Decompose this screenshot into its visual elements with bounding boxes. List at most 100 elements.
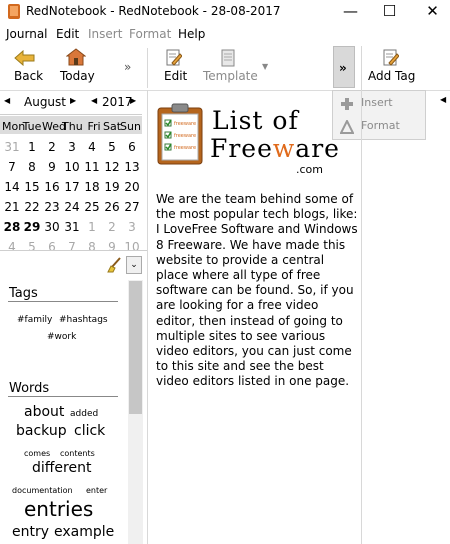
calendar-day[interactable]: 9 <box>102 240 122 254</box>
calendar-day[interactable]: 24 <box>62 200 82 214</box>
calendar-day[interactable]: 27 <box>122 200 142 214</box>
maximize-button[interactable]: ☐ <box>367 0 412 24</box>
calendar-day[interactable]: 19 <box>102 180 122 194</box>
tag-item-work[interactable]: #work <box>47 332 76 342</box>
logo-board-line-3: freeware <box>174 145 197 151</box>
prev-month-icon[interactable]: ◀ <box>4 96 10 105</box>
calendar-day-selected[interactable]: 28 <box>2 220 22 234</box>
word-backup[interactable]: backup <box>16 423 67 439</box>
calendar-day[interactable]: 8 <box>22 160 42 174</box>
back-button[interactable] <box>14 49 36 67</box>
calendar-day[interactable]: 11 <box>82 160 102 174</box>
calendar-bottom-border <box>0 250 147 251</box>
calendar-day[interactable]: 2 <box>42 140 62 154</box>
calendar-day[interactable]: 30 <box>42 220 62 234</box>
word-contents[interactable]: contents <box>60 449 95 458</box>
toolbar-overflow-button[interactable]: » <box>333 46 355 88</box>
back-label[interactable]: Back <box>14 69 43 83</box>
word-comes[interactable]: comes <box>24 449 50 458</box>
word-about[interactable]: about <box>24 404 64 420</box>
template-label[interactable]: Template <box>203 69 258 83</box>
right-panel-left-arrow-icon[interactable]: ◀ <box>440 95 446 104</box>
calendar-weekday: Wed <box>42 120 66 133</box>
toolbar-more-button[interactable]: » <box>124 60 131 74</box>
calendar-day[interactable]: 17 <box>62 180 82 194</box>
editor-text[interactable]: We are the team behind some of the most … <box>156 192 359 390</box>
calendar-day[interactable]: 31 <box>2 140 22 154</box>
template-button[interactable] <box>220 49 236 67</box>
calendar-day[interactable]: 12 <box>102 160 122 174</box>
calendar-day[interactable]: 4 <box>2 240 22 254</box>
word-entries[interactable]: entries <box>24 497 93 521</box>
toolbar-separator-right <box>361 46 362 90</box>
calendar-day[interactable]: 16 <box>42 180 62 194</box>
calendar-day[interactable]: 3 <box>122 220 142 234</box>
calendar-day[interactable]: 22 <box>22 200 42 214</box>
menu-insert[interactable]: Insert <box>88 27 122 41</box>
calendar-day[interactable]: 7 <box>2 160 22 174</box>
tags-heading: Tags <box>9 286 38 301</box>
add-tag-label[interactable]: Add Tag <box>368 69 415 83</box>
calendar-day[interactable]: 31 <box>62 220 82 234</box>
calendar-day[interactable]: 10 <box>122 240 142 254</box>
calendar-day[interactable]: 13 <box>122 160 142 174</box>
word-click[interactable]: click <box>74 423 105 439</box>
word-added[interactable]: added <box>70 409 98 419</box>
left-scrollbar-thumb[interactable] <box>129 281 142 414</box>
today-button[interactable] <box>65 48 87 66</box>
calendar-day[interactable]: 5 <box>102 140 122 154</box>
word-example[interactable]: example <box>54 524 114 540</box>
calendar-day[interactable]: 7 <box>62 240 82 254</box>
menu-format[interactable]: Format <box>129 27 171 41</box>
calendar-day[interactable]: 2 <box>102 220 122 234</box>
add-tag-button[interactable] <box>383 49 400 67</box>
template-icon <box>221 49 235 67</box>
calendar-day[interactable]: 1 <box>82 220 102 234</box>
add-tag-icon <box>383 49 400 66</box>
calendar-day[interactable]: 23 <box>42 200 62 214</box>
tag-item-family[interactable]: #family <box>17 315 52 325</box>
today-label[interactable]: Today <box>60 69 95 83</box>
tag-panel <box>362 90 450 544</box>
word-entry[interactable]: entry <box>12 524 49 540</box>
calendar-day[interactable]: 6 <box>122 140 142 154</box>
calendar-day[interactable]: 14 <box>2 180 22 194</box>
clear-search-broom-icon[interactable] <box>106 257 124 273</box>
menu-edit[interactable]: Edit <box>56 27 79 41</box>
calendar-day[interactable]: 15 <box>22 180 42 194</box>
calendar-day[interactable]: 26 <box>102 200 122 214</box>
calendar-day[interactable]: 18 <box>82 180 102 194</box>
menu-help[interactable]: Help <box>178 27 205 41</box>
calendar-day[interactable]: 10 <box>62 160 82 174</box>
calendar-weekday: Fri <box>87 120 101 133</box>
template-dropdown-arrow-icon[interactable]: ▼ <box>262 62 268 71</box>
word-documentation[interactable]: documentation <box>12 486 73 495</box>
next-year-icon[interactable]: ▶ <box>130 96 136 105</box>
words-heading: Words <box>9 381 50 396</box>
calendar-day[interactable]: 8 <box>82 240 102 254</box>
next-month-icon[interactable]: ▶ <box>70 96 76 105</box>
calendar-day[interactable]: 20 <box>122 180 142 194</box>
prev-year-icon[interactable]: ◀ <box>91 96 97 105</box>
logo-board-line-1: freeware <box>174 121 197 127</box>
word-different[interactable]: different <box>32 460 91 476</box>
calendar-day[interactable]: 29 <box>22 220 42 234</box>
calendar-day[interactable]: 6 <box>42 240 62 254</box>
calendar-day[interactable]: 4 <box>82 140 102 154</box>
tag-item-hashtags[interactable]: #hashtags <box>59 315 108 325</box>
calendar-day[interactable]: 5 <box>22 240 42 254</box>
window-title: RedNotebook - RedNotebook - 28-08-2017 <box>26 4 281 18</box>
back-arrow-icon <box>14 49 35 67</box>
calendar-day[interactable]: 1 <box>22 140 42 154</box>
calendar-day[interactable]: 3 <box>62 140 82 154</box>
logo-list-of: List of <box>212 106 299 135</box>
menu-journal[interactable]: Journal <box>6 27 48 41</box>
calendar-day[interactable]: 25 <box>82 200 102 214</box>
close-button[interactable]: ✕ <box>410 0 450 24</box>
calendar-day[interactable]: 9 <box>42 160 62 174</box>
search-dropdown-chevron-icon[interactable]: ⌄ <box>126 256 142 274</box>
edit-label[interactable]: Edit <box>164 69 187 83</box>
calendar-day[interactable]: 21 <box>2 200 22 214</box>
word-enter[interactable]: enter <box>86 486 107 495</box>
edit-button[interactable] <box>166 49 183 67</box>
